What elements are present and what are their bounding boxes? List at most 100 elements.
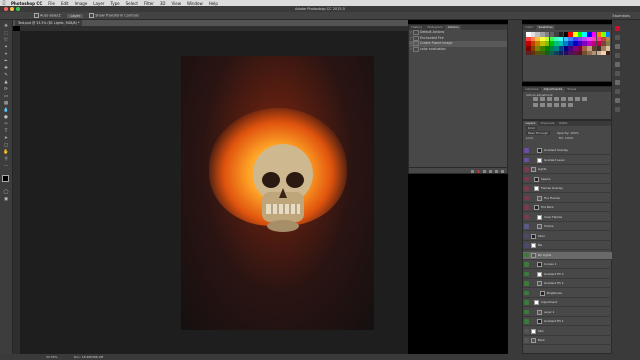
auto-select-checkbox[interactable] bbox=[34, 13, 39, 18]
delete-icon[interactable] bbox=[501, 169, 504, 173]
adjustment-icon[interactable] bbox=[561, 103, 566, 107]
panel-toggle-icon[interactable] bbox=[615, 53, 620, 58]
layer-row[interactable]: Smoke bbox=[523, 223, 613, 231]
hand-tool-icon[interactable]: ✋ bbox=[3, 150, 9, 155]
auto-select-target-dropdown[interactable]: Layer bbox=[67, 13, 84, 18]
layer-thumbnail[interactable] bbox=[531, 338, 536, 343]
adjustment-icon[interactable] bbox=[533, 103, 538, 107]
menu-help[interactable]: Help bbox=[206, 1, 221, 6]
path-selection-tool-icon[interactable]: ➤ bbox=[3, 136, 9, 141]
menu-edit[interactable]: Edit bbox=[58, 1, 72, 6]
panel-toggle-icon[interactable] bbox=[615, 98, 620, 103]
zoom-tool-icon[interactable]: ⚲ bbox=[3, 157, 9, 162]
adjustment-icon[interactable] bbox=[568, 97, 573, 101]
eraser-tool-icon[interactable]: ▭ bbox=[3, 94, 9, 99]
layer-row[interactable]: Skull bbox=[523, 233, 613, 241]
layer-visibility-icon[interactable] bbox=[524, 300, 529, 305]
tab-color[interactable]: Color bbox=[523, 25, 536, 30]
blend-mode-dropdown[interactable]: Pass Through bbox=[526, 131, 551, 135]
panel-toggle-icon[interactable] bbox=[615, 107, 620, 112]
layer-thumbnail[interactable] bbox=[537, 309, 542, 315]
tab-swatches[interactable]: Swatches bbox=[535, 25, 556, 30]
layer-row[interactable]: Gradient Fill 3 bbox=[523, 271, 613, 279]
adjustment-icon[interactable] bbox=[554, 97, 559, 101]
layer-visibility-icon[interactable] bbox=[524, 243, 529, 248]
clone-stamp-tool-icon[interactable]: ▲ bbox=[3, 80, 9, 85]
layer-thumbnail[interactable] bbox=[537, 157, 542, 163]
show-transform-option[interactable]: Show Transform Controls bbox=[89, 13, 139, 18]
menu-window[interactable]: Window bbox=[184, 1, 206, 6]
layer-visibility-icon[interactable] bbox=[524, 176, 529, 182]
layer-row[interactable]: Adjustment bbox=[523, 299, 613, 307]
layer-thumbnail[interactable] bbox=[537, 214, 542, 220]
shape-tool-icon[interactable]: ▢ bbox=[3, 143, 9, 148]
layer-visibility-icon[interactable] bbox=[524, 338, 529, 343]
adjustment-icon[interactable] bbox=[554, 103, 559, 107]
layer-visibility-icon[interactable] bbox=[524, 186, 529, 191]
adjustment-icon[interactable] bbox=[533, 97, 538, 101]
layer-thumbnail[interactable] bbox=[531, 243, 536, 248]
foreground-color-swatch[interactable] bbox=[2, 175, 9, 182]
panel-toggle-icon[interactable] bbox=[615, 80, 620, 85]
layer-row[interactable]: BC Lights bbox=[523, 251, 613, 260]
tab-adjustments[interactable]: Adjustments bbox=[540, 87, 565, 92]
gradient-tool-icon[interactable]: ▩ bbox=[3, 101, 9, 106]
layer-thumbnail[interactable] bbox=[537, 262, 542, 267]
layer-row[interactable]: Back bbox=[523, 337, 613, 345]
menu-image[interactable]: Image bbox=[72, 1, 91, 6]
layer-thumbnail[interactable] bbox=[540, 290, 545, 296]
play-icon[interactable] bbox=[483, 169, 486, 173]
layer-visibility-icon[interactable] bbox=[524, 328, 529, 334]
dialog-toggle-icon[interactable] bbox=[413, 41, 419, 47]
adjustment-icon[interactable] bbox=[547, 97, 552, 101]
layer-thumbnail[interactable] bbox=[531, 328, 536, 334]
adjustment-icon[interactable] bbox=[561, 97, 566, 101]
panel-toggle-icon[interactable] bbox=[615, 62, 620, 67]
layer-row[interactable]: Gradient Overlay bbox=[523, 147, 613, 155]
dialog-toggle-icon[interactable] bbox=[413, 30, 419, 36]
layer-thumbnail[interactable] bbox=[531, 252, 536, 258]
auto-select-option[interactable]: Auto-Select: bbox=[34, 13, 61, 18]
layer-row[interactable]: Brightness bbox=[523, 290, 613, 298]
layer-visibility-icon[interactable] bbox=[524, 252, 529, 258]
layer-visibility-icon[interactable] bbox=[524, 309, 529, 315]
layer-visibility-icon[interactable] bbox=[524, 157, 529, 163]
menu-layer[interactable]: Layer bbox=[90, 1, 107, 6]
color-swatch[interactable] bbox=[605, 50, 611, 56]
layer-visibility-icon[interactable] bbox=[524, 214, 529, 220]
adjustment-icon[interactable] bbox=[582, 97, 587, 101]
adjustment-icon[interactable] bbox=[568, 103, 573, 107]
layer-row[interactable]: Inner Flames bbox=[523, 214, 613, 222]
layer-thumbnail[interactable] bbox=[531, 233, 536, 239]
close-window-icon[interactable] bbox=[4, 7, 8, 11]
layer-visibility-icon[interactable] bbox=[524, 233, 529, 239]
tab-styles[interactable]: Styles bbox=[565, 87, 579, 92]
menu-file[interactable]: File bbox=[45, 1, 58, 6]
marquee-tool-icon[interactable]: ⬚ bbox=[3, 31, 9, 36]
layer-row[interactable]: Lights bbox=[523, 166, 613, 174]
apple-menu-icon[interactable]:  bbox=[0, 1, 8, 6]
layer-thumbnail[interactable] bbox=[537, 281, 542, 286]
layer-thumbnail[interactable] bbox=[537, 224, 542, 229]
layer-thumbnail[interactable] bbox=[534, 205, 539, 210]
layer-row[interactable]: Fire Back bbox=[523, 204, 613, 212]
brush-tool-icon[interactable]: ✎ bbox=[3, 73, 9, 78]
quick-mask-icon[interactable]: ◯ bbox=[3, 190, 9, 195]
minimize-window-icon[interactable] bbox=[10, 7, 14, 11]
adjustment-icon[interactable] bbox=[575, 97, 580, 101]
menu-3d[interactable]: 3D bbox=[157, 1, 169, 6]
layer-visibility-icon[interactable] bbox=[524, 290, 529, 296]
lasso-tool-icon[interactable]: ➰ bbox=[3, 38, 9, 43]
layer-thumbnail[interactable] bbox=[537, 195, 542, 201]
crop-tool-icon[interactable]: ⌖ bbox=[3, 52, 9, 57]
flaming-skull-artwork[interactable] bbox=[181, 56, 374, 330]
action-color-evaluation[interactable]: ✓ color evaluation bbox=[409, 47, 507, 53]
layer-row[interactable]: Gradient Fill 1 bbox=[523, 318, 613, 326]
layer-thumbnail[interactable] bbox=[531, 167, 536, 172]
workspace-switcher[interactable]: Essentials bbox=[612, 14, 630, 18]
layer-visibility-icon[interactable] bbox=[524, 195, 529, 201]
show-transform-checkbox[interactable] bbox=[89, 13, 95, 18]
layer-row[interactable]: Skin bbox=[523, 328, 613, 336]
more-tools-icon[interactable]: ⋯ bbox=[3, 164, 9, 169]
layer-visibility-icon[interactable] bbox=[524, 167, 529, 172]
